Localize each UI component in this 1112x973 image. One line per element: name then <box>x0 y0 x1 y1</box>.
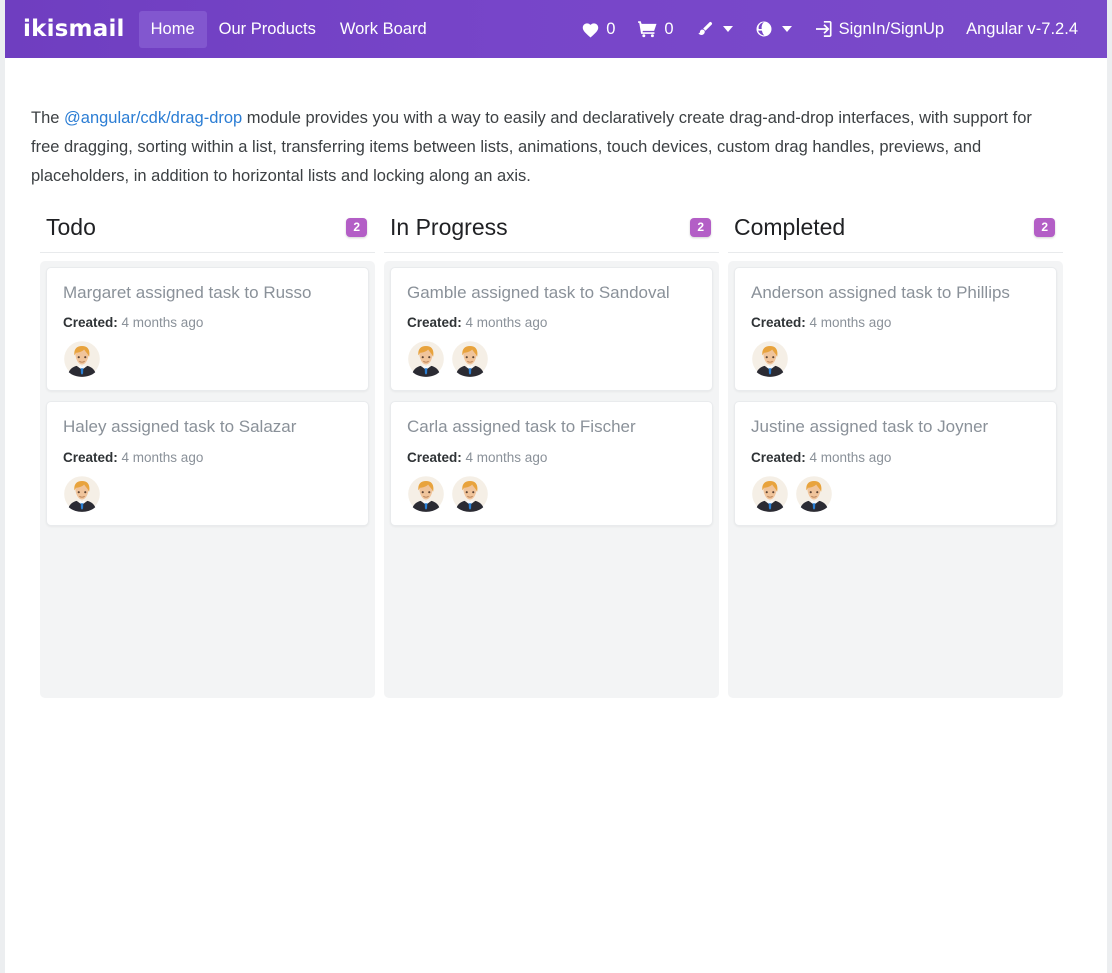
language-dropdown[interactable] <box>744 12 803 46</box>
task-title: Gamble assigned task to Sandoval <box>407 283 670 302</box>
nav-link-home[interactable]: Home <box>138 10 207 48</box>
column-count-badge: 2 <box>1034 217 1055 238</box>
column-title: Completed <box>734 214 846 240</box>
globe-icon <box>755 20 773 38</box>
droplist-completed[interactable]: Anderson assigned task to Phillips Creat… <box>728 261 1063 698</box>
created-value: 4 months ago <box>809 315 892 331</box>
avatar <box>795 475 833 513</box>
brand-logo[interactable]: ikismail <box>15 17 139 41</box>
cart-button[interactable]: 0 <box>626 12 684 47</box>
page-content: The @angular/cdk/drag-drop module provid… <box>5 58 1107 698</box>
intro-before-link: The <box>31 109 65 127</box>
task-title: Haley assigned task to Salazar <box>63 417 297 437</box>
paint-brush-icon <box>696 20 714 38</box>
droplist-in-progress[interactable]: Gamble assigned task to Sandoval Created… <box>384 261 719 698</box>
task-assignees <box>751 340 1040 378</box>
task-assignees <box>751 475 1040 513</box>
angular-version-label[interactable]: Angular v-7.2.4 <box>955 12 1089 47</box>
task-title: Anderson assigned task to Phillips <box>751 283 1010 302</box>
secondary-nav: 0 0 SignIn/SignUp Angular v-7.2.4 <box>570 12 1093 47</box>
heart-icon <box>581 21 600 38</box>
nav-link-our-products[interactable]: Our Products <box>207 11 328 48</box>
top-navbar: ikismail Home Our Products Work Board 0 <box>5 0 1107 58</box>
task-card[interactable]: Haley assigned task to Salazar Created: … <box>46 401 369 526</box>
shopping-cart-icon <box>637 20 658 38</box>
board-column-completed: Completed 2 Anderson assigned task to Ph… <box>728 213 1063 698</box>
task-created: Created: 4 months ago <box>751 315 1040 330</box>
avatar <box>451 340 489 378</box>
kanban-board: Todo 2 Margaret assigned task to Russo C… <box>31 213 1081 698</box>
sign-in-icon <box>814 20 833 38</box>
column-header: In Progress 2 <box>384 213 719 253</box>
wishlist-count: 0 <box>606 19 616 38</box>
column-count-badge: 2 <box>346 217 367 238</box>
created-value: 4 months ago <box>465 449 548 465</box>
column-title: Todo <box>46 214 96 240</box>
created-label: Created: <box>407 449 462 465</box>
task-title: Carla assigned task to Fischer <box>407 417 636 437</box>
task-assignees <box>63 475 352 513</box>
avatar <box>407 340 445 378</box>
droplist-todo[interactable]: Margaret assigned task to Russo Created:… <box>40 261 375 698</box>
created-label: Created: <box>407 315 462 331</box>
avatar <box>451 475 489 513</box>
task-card[interactable]: Gamble assigned task to Sandoval Created… <box>390 267 713 392</box>
avatar <box>751 340 789 378</box>
task-created: Created: 4 months ago <box>407 450 696 465</box>
wishlist-button[interactable]: 0 <box>570 12 626 47</box>
nav-link-work-board[interactable]: Work Board <box>328 11 439 48</box>
board-column-todo: Todo 2 Margaret assigned task to Russo C… <box>40 213 375 698</box>
task-card[interactable]: Margaret assigned task to Russo Created:… <box>46 267 369 392</box>
chevron-down-icon <box>781 26 792 32</box>
created-value: 4 months ago <box>809 449 892 465</box>
avatar <box>63 340 101 378</box>
board-column-in-progress: In Progress 2 Gamble assigned task to Sa… <box>384 213 719 698</box>
task-card[interactable]: Justine assigned task to Joyner Created:… <box>734 401 1057 526</box>
signin-signup-label: SignIn/SignUp <box>838 19 945 38</box>
task-created: Created: 4 months ago <box>63 450 352 465</box>
column-title: In Progress <box>390 214 508 240</box>
task-created: Created: 4 months ago <box>407 315 696 330</box>
intro-paragraph: The @angular/cdk/drag-drop module provid… <box>31 58 1061 191</box>
app-page: ikismail Home Our Products Work Board 0 <box>5 0 1107 973</box>
created-value: 4 months ago <box>121 315 204 331</box>
cart-count: 0 <box>664 19 674 38</box>
task-assignees <box>407 475 696 513</box>
task-title: Margaret assigned task to Russo <box>63 283 312 302</box>
task-card[interactable]: Carla assigned task to Fischer Created: … <box>390 401 713 526</box>
chevron-down-icon <box>722 26 733 32</box>
task-created: Created: 4 months ago <box>63 315 352 330</box>
avatar <box>407 475 445 513</box>
signin-signup-button[interactable]: SignIn/SignUp <box>803 12 956 47</box>
task-card[interactable]: Anderson assigned task to Phillips Creat… <box>734 267 1057 392</box>
task-assignees <box>407 340 696 378</box>
column-header: Todo 2 <box>40 213 375 253</box>
created-label: Created: <box>751 315 806 331</box>
created-label: Created: <box>751 449 806 465</box>
avatar <box>751 475 789 513</box>
task-created: Created: 4 months ago <box>751 450 1040 465</box>
created-value: 4 months ago <box>121 449 204 465</box>
created-label: Created: <box>63 449 118 465</box>
created-label: Created: <box>63 315 118 331</box>
primary-nav: Home Our Products Work Board <box>138 10 439 48</box>
created-value: 4 months ago <box>465 315 548 331</box>
column-header: Completed 2 <box>728 213 1063 253</box>
task-title: Justine assigned task to Joyner <box>751 417 989 437</box>
column-count-badge: 2 <box>690 217 711 238</box>
task-assignees <box>63 340 352 378</box>
cdk-drag-drop-link[interactable]: @angular/cdk/drag-drop <box>64 109 242 127</box>
theme-dropdown[interactable] <box>685 12 744 46</box>
avatar <box>63 475 101 513</box>
